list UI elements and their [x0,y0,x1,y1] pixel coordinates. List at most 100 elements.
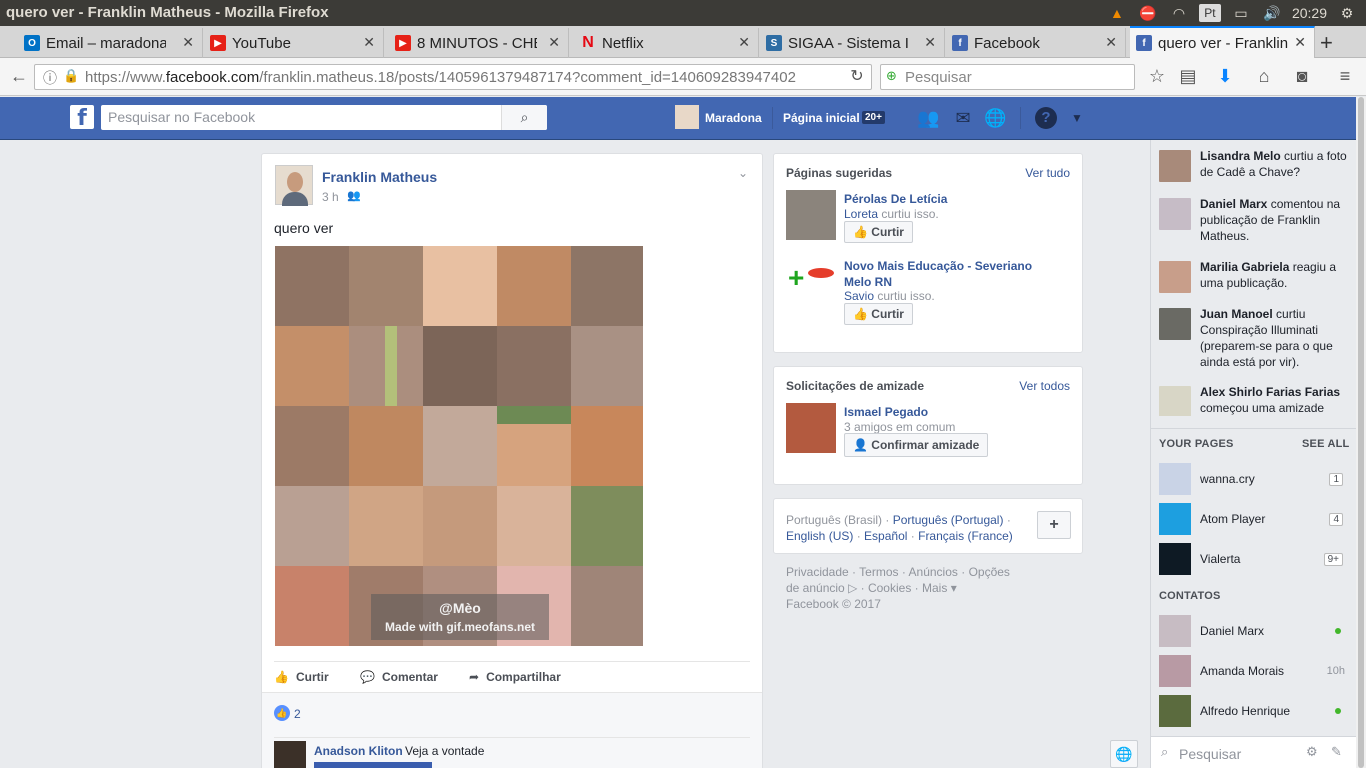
avatar[interactable] [786,403,836,453]
page-row[interactable]: wanna.cry 1 [1159,463,1349,495]
contact-row[interactable]: Amanda Morais 10h [1159,655,1349,687]
comment-button[interactable]: 💬 Comentar [360,670,438,684]
see-all-link[interactable]: Ver tudo [1025,166,1070,180]
like-reaction-icon[interactable]: 👍 [274,705,290,721]
tab-facebook[interactable]: f Facebook ✕ [946,28,1126,58]
facebook-search-input[interactable]: Pesquisar no Facebook [101,105,547,130]
ticker-item[interactable]: Lisandra Melo curtiu a foto de Cadê a Ch… [1159,148,1354,190]
chat-search-bar[interactable]: ⌕ Pesquisar ⚙ ✎ [1151,736,1356,768]
url-bar[interactable]: ⓘ 🔒 https://www. facebook.com/franklin.ma… [34,64,872,90]
ticker-item[interactable]: Daniel Marx comentou na publicação de Fr… [1159,196,1354,246]
close-icon[interactable]: ✕ [1294,34,1306,51]
like-page-button[interactable]: 👍 Curtir [844,221,913,243]
chevron-down-icon[interactable]: ▾ [951,581,957,595]
wifi-icon[interactable]: ◠ [1168,4,1190,22]
volume-icon[interactable]: 🔊 [1261,4,1283,22]
reload-icon[interactable]: ↻ [846,66,868,86]
post-time[interactable]: 3 h [322,190,339,204]
add-language-button[interactable]: + [1037,511,1071,539]
tab-netflix[interactable]: N Netflix ✕ [574,28,759,58]
stop-icon[interactable]: ⛔ [1137,4,1159,22]
mutual-friends[interactable]: 3 amigos em comum [844,420,955,434]
pocket-icon[interactable]: ◙ [1291,66,1313,87]
ad-choices-icon[interactable]: ▷ [848,581,857,595]
confirm-friend-button[interactable]: 👤 Confirmar amizade [844,433,989,457]
messenger-icon[interactable]: ✉ [952,107,974,129]
page-scrollbar[interactable] [1356,97,1366,768]
facebook-logo-icon[interactable]: f [70,105,94,131]
close-icon[interactable]: ✕ [924,34,936,51]
tab-youtube[interactable]: ▶ YouTube ✕ [204,28,384,58]
contact-row[interactable]: Alfredo Henrique [1159,695,1349,727]
page-row[interactable]: Atom Player 4 [1159,503,1349,535]
language-option[interactable]: Português (Portugal) [893,513,1004,527]
chat-search-input[interactable]: Pesquisar [1179,746,1241,762]
battery-icon[interactable]: ▭ [1230,4,1252,22]
vlc-icon[interactable]: ▲ [1106,4,1128,22]
settings-gear-icon[interactable]: ⚙ [1336,4,1358,22]
ticker-item[interactable]: Alex Shirlo Farias Farias começou uma am… [1159,384,1354,416]
avatar[interactable] [275,165,313,206]
gear-icon[interactable]: ⚙ [1306,744,1318,760]
language-globe-icon[interactable]: 🌐 [1110,740,1138,768]
notifications-globe-icon[interactable]: 🌐 [984,107,1006,129]
language-option[interactable]: English (US) [786,529,853,543]
language-option[interactable]: Español [864,529,907,543]
download-icon[interactable]: ⬇ [1214,66,1236,87]
search-engine-icon[interactable]: ⊕ [886,68,897,84]
tab-chef[interactable]: ▶ 8 MINUTOS - CHEF✕ [389,28,569,58]
contact-row[interactable]: Daniel Marx [1159,615,1349,647]
footer-link[interactable]: Termos [859,565,898,579]
ticker-item[interactable]: Marilia Gabriela reagiu a uma publicação… [1159,259,1354,295]
menu-icon[interactable]: ≡ [1334,66,1356,87]
account-menu-chevron-icon[interactable]: ▼ [1066,107,1088,129]
comment-author[interactable]: Anadson Kliton [314,744,403,758]
new-message-icon[interactable]: ✎ [1331,744,1342,760]
footer-link[interactable]: Mais [922,581,947,595]
page-thumbnail[interactable]: + [786,260,836,300]
keyboard-lang[interactable]: Pt [1198,4,1221,22]
back-arrow-icon[interactable]: ← [8,66,30,87]
avatar[interactable] [675,105,699,129]
search-icon[interactable]: ⌕ [501,105,547,130]
post-author[interactable]: Franklin Matheus [322,169,437,185]
language-option[interactable]: Français (France) [918,529,1013,543]
comment-attachment-image[interactable] [314,762,432,768]
chevron-down-icon[interactable]: ⌄ [738,166,748,180]
clock[interactable]: 20:29 [1292,5,1327,21]
avatar[interactable] [274,741,306,768]
close-icon[interactable]: ✕ [182,34,194,51]
scrollbar-thumb[interactable] [1358,97,1364,768]
info-icon[interactable]: ⓘ [43,68,57,88]
friend-link[interactable]: Loreta [844,207,878,221]
friend-link[interactable]: Savio [844,289,874,303]
like-page-button[interactable]: 👍 Curtir [844,303,913,325]
request-name[interactable]: Ismael Pegado [844,405,928,419]
audience-friends-icon[interactable]: 👥 [347,189,361,202]
new-tab-button[interactable]: + [1320,30,1333,56]
close-icon[interactable]: ✕ [548,34,560,51]
bookmark-star-icon[interactable]: ☆ [1146,66,1168,87]
tab-email[interactable]: O Email – maradona. ✕ [18,28,203,58]
help-icon[interactable]: ? [1035,107,1057,129]
see-all-requests-link[interactable]: Ver todos [1019,379,1070,393]
like-button[interactable]: 👍 Curtir [274,670,329,684]
ticker-item[interactable]: Juan Manoel curtiu Conspiração Illuminat… [1159,306,1354,370]
see-all-pages-link[interactable]: SEE ALL [1302,438,1349,450]
home-icon[interactable]: ⌂ [1253,66,1275,87]
tab-active-post[interactable]: f quero ver - Franklin ✕ [1130,26,1315,58]
browser-search-input[interactable]: ⊕ Pesquisar [880,64,1135,90]
post-gif-image[interactable]: @Mèo Made with gif.meofans.net [275,246,643,646]
library-icon[interactable]: ▤ [1177,66,1199,87]
like-count[interactable]: 2 [294,707,301,721]
footer-link[interactable]: Anúncios [909,565,958,579]
profile-link[interactable]: Maradona [705,111,762,125]
tab-sigaa[interactable]: S SIGAA - Sistema Int✕ [760,28,945,58]
share-button[interactable]: ➦ Compartilhar [469,670,561,684]
footer-link[interactable]: Privacidade [786,565,849,579]
footer-link[interactable]: Cookies [868,581,911,595]
close-icon[interactable]: ✕ [363,34,375,51]
suggested-page-name[interactable]: Pérolas De Letícia [844,192,947,206]
suggested-page-name[interactable]: Novo Mais Educação - Severiano Melo RN [844,258,1044,290]
page-row[interactable]: Vialerta 9+ [1159,543,1349,575]
